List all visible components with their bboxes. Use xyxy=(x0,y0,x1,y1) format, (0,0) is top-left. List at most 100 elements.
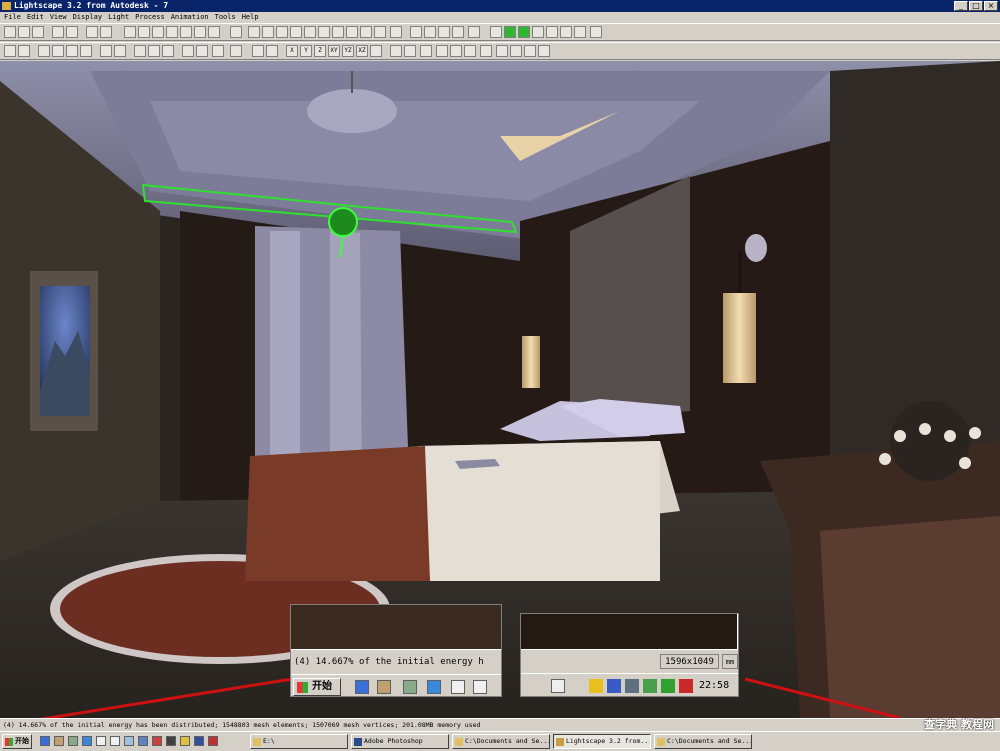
tb1-tool-button-12[interactable] xyxy=(194,26,206,38)
units-field[interactable]: mm xyxy=(722,654,738,669)
tb1-tool-button-21[interactable] xyxy=(332,26,344,38)
photo-icon[interactable] xyxy=(54,736,64,746)
tb1-tool-button-37[interactable] xyxy=(574,26,586,38)
tb1-tool-button-9[interactable] xyxy=(152,26,164,38)
tb2-tool-button-23[interactable] xyxy=(370,45,382,57)
ie-icon[interactable] xyxy=(355,680,369,694)
tb2-tool-button-32[interactable] xyxy=(510,45,522,57)
task-photoshop[interactable]: Adobe Photoshop xyxy=(351,734,449,749)
tb2-tool-button-0[interactable] xyxy=(4,45,16,57)
tb2-tool-button-9[interactable] xyxy=(148,45,160,57)
tb2-tool-button-14[interactable] xyxy=(230,45,242,57)
tb2-tool-button-1[interactable] xyxy=(18,45,30,57)
app-icon-2[interactable] xyxy=(82,736,92,746)
tb2-tool-button-8[interactable] xyxy=(134,45,146,57)
tool-icon[interactable] xyxy=(152,736,162,746)
note-icon[interactable] xyxy=(180,736,190,746)
tb1-tool-button-36[interactable] xyxy=(560,26,572,38)
player-icon[interactable] xyxy=(208,736,218,746)
tb1-tool-button-16[interactable] xyxy=(262,26,274,38)
tb2-tool-button-29[interactable] xyxy=(464,45,476,57)
monitor-icon[interactable] xyxy=(138,736,148,746)
axis-button-x[interactable]: X xyxy=(286,45,298,57)
umbrella-icon[interactable] xyxy=(661,679,675,693)
menu-tools[interactable]: Tools xyxy=(215,12,236,23)
tb1-tool-button-20[interactable] xyxy=(318,26,330,38)
tb2-tool-button-27[interactable] xyxy=(436,45,448,57)
tb1-tool-button-10[interactable] xyxy=(166,26,178,38)
tb1-tool-button-29[interactable] xyxy=(452,26,464,38)
tb2-tool-button-7[interactable] xyxy=(114,45,126,57)
menu-view[interactable]: View xyxy=(50,12,67,23)
tb2-tool-button-5[interactable] xyxy=(80,45,92,57)
tb1-tool-button-34[interactable] xyxy=(532,26,544,38)
antivirus-icon[interactable] xyxy=(679,679,693,693)
inset-start-button[interactable]: 开始 xyxy=(293,678,341,696)
tb1-tool-button-24[interactable] xyxy=(374,26,386,38)
tb1-tool-button-15[interactable] xyxy=(248,26,260,38)
tb2-tool-button-34[interactable] xyxy=(538,45,550,57)
tb1-tool-button-27[interactable] xyxy=(424,26,436,38)
camera-icon[interactable] xyxy=(96,736,106,746)
keyboard-icon[interactable] xyxy=(551,679,565,693)
axis-button-yz[interactable]: YZ xyxy=(342,45,354,57)
tb2-tool-button-30[interactable] xyxy=(480,45,492,57)
disc-icon[interactable] xyxy=(110,736,120,746)
tb1-tool-button-32[interactable] xyxy=(504,26,516,38)
tb1-tool-button-0[interactable] xyxy=(4,26,16,38)
camera-icon[interactable] xyxy=(451,680,465,694)
tb1-tool-button-38[interactable] xyxy=(590,26,602,38)
menu-process[interactable]: Process xyxy=(135,12,165,23)
tb1-tool-button-18[interactable] xyxy=(290,26,302,38)
ie-icon[interactable] xyxy=(40,736,50,746)
tb1-tool-button-7[interactable] xyxy=(124,26,136,38)
tb2-tool-button-6[interactable] xyxy=(100,45,112,57)
tb1-tool-button-13[interactable] xyxy=(208,26,220,38)
tb2-tool-button-26[interactable] xyxy=(420,45,432,57)
start-button[interactable]: 开始 xyxy=(2,734,32,749)
tb1-tool-button-35[interactable] xyxy=(546,26,558,38)
tb2-tool-button-15[interactable] xyxy=(252,45,264,57)
menu-edit[interactable]: Edit xyxy=(27,12,44,23)
tb1-tool-button-3[interactable] xyxy=(52,26,64,38)
tb2-tool-button-10[interactable] xyxy=(162,45,174,57)
tb1-tool-button-28[interactable] xyxy=(438,26,450,38)
app-icon-2[interactable] xyxy=(427,680,441,694)
tb2-tool-button-2[interactable] xyxy=(38,45,50,57)
menu-help[interactable]: Help xyxy=(242,12,259,23)
tb1-tool-button-23[interactable] xyxy=(360,26,372,38)
menu-animation[interactable]: Animation xyxy=(171,12,209,23)
tb1-tool-button-31[interactable] xyxy=(490,26,502,38)
tb2-tool-button-25[interactable] xyxy=(404,45,416,57)
task-lightscape[interactable]: Lightscape 3.2 from... xyxy=(553,734,651,749)
tb1-tool-button-25[interactable] xyxy=(390,26,402,38)
tb1-tool-button-26[interactable] xyxy=(410,26,422,38)
tb1-tool-button-14[interactable] xyxy=(230,26,242,38)
image-icon[interactable] xyxy=(68,736,78,746)
tb2-tool-button-12[interactable] xyxy=(196,45,208,57)
minimize-button[interactable]: _ xyxy=(954,1,968,11)
tb1-tool-button-11[interactable] xyxy=(180,26,192,38)
folder-icon[interactable] xyxy=(124,736,134,746)
volume-icon[interactable] xyxy=(625,679,639,693)
axis-button-xz[interactable]: XZ xyxy=(356,45,368,57)
maximize-button[interactable]: □ xyxy=(969,1,983,11)
menu-display[interactable]: Display xyxy=(73,12,103,23)
tb1-tool-button-30[interactable] xyxy=(468,26,480,38)
tb1-tool-button-33[interactable] xyxy=(518,26,530,38)
image-icon[interactable] xyxy=(403,680,417,694)
photo-icon[interactable] xyxy=(377,680,391,694)
tb1-tool-button-17[interactable] xyxy=(276,26,288,38)
tb1-tool-button-4[interactable] xyxy=(66,26,78,38)
task-explorer[interactable]: E:\ xyxy=(250,734,348,749)
disc-icon[interactable] xyxy=(473,680,487,694)
tb1-tool-button-6[interactable] xyxy=(100,26,112,38)
browser-icon[interactable] xyxy=(194,736,204,746)
qq-icon[interactable] xyxy=(589,679,603,693)
task-documents-2[interactable]: C:\Documents and Se... xyxy=(654,734,752,749)
close-button[interactable]: × xyxy=(984,1,998,11)
tb2-tool-button-33[interactable] xyxy=(524,45,536,57)
tb1-tool-button-1[interactable] xyxy=(18,26,30,38)
tb1-tool-button-22[interactable] xyxy=(346,26,358,38)
tb1-tool-button-8[interactable] xyxy=(138,26,150,38)
